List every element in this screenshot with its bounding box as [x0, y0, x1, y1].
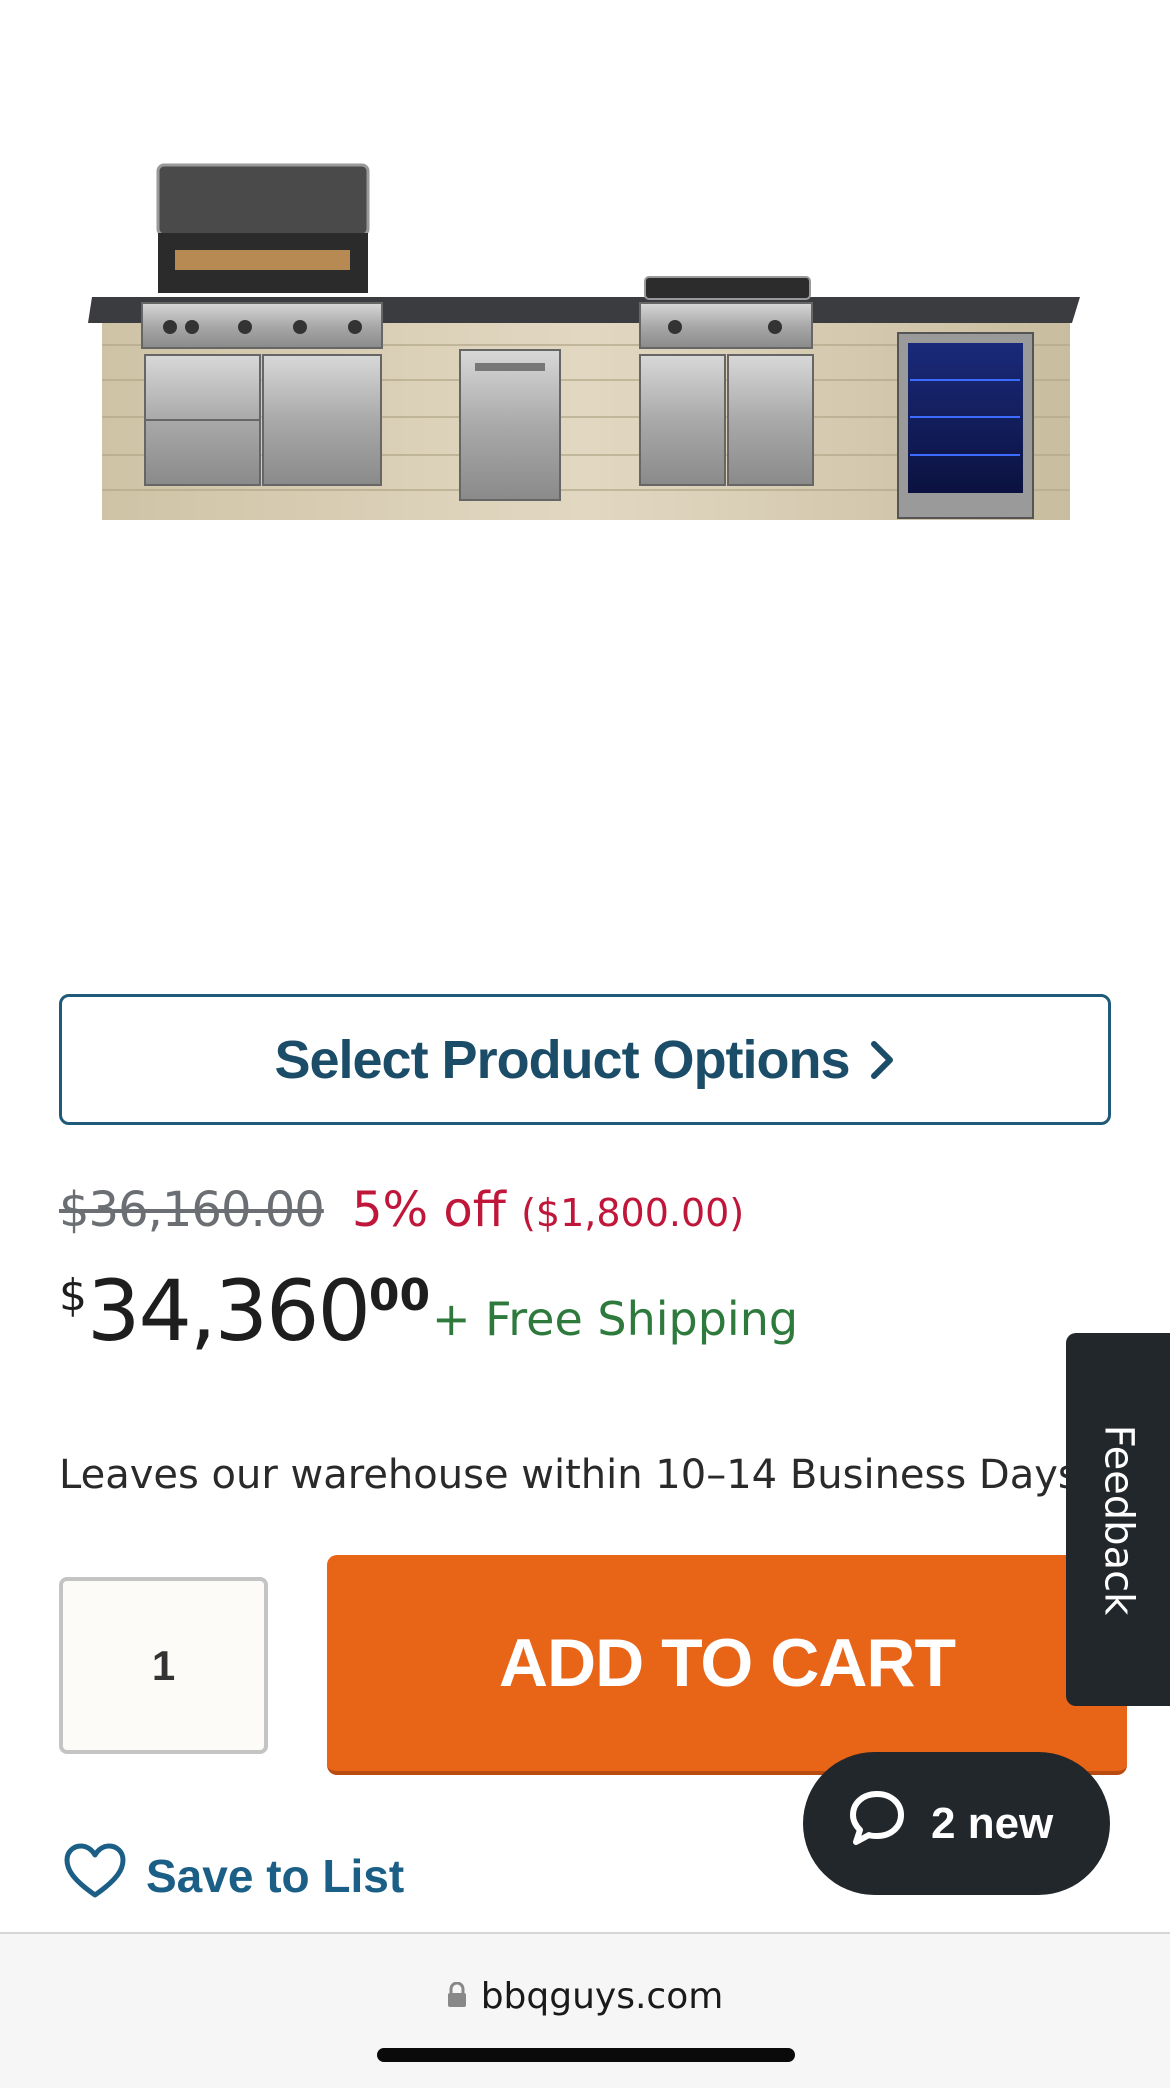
add-to-cart-button[interactable]: ADD TO CART [327, 1555, 1127, 1775]
outdoor-kitchen-illustration [88, 163, 1080, 520]
feedback-tab[interactable]: Feedback [1066, 1333, 1170, 1706]
home-indicator [377, 2048, 795, 2062]
select-product-options-button[interactable]: Select Product Options [59, 994, 1111, 1125]
save-to-list-label: Save to List [146, 1850, 405, 1902]
quantity-input[interactable]: 1 [59, 1577, 268, 1754]
price-currency-symbol: $ [59, 1270, 87, 1321]
select-product-options-label: Select Product Options [274, 1029, 850, 1090]
price-whole: 34,360 [87, 1262, 371, 1360]
chat-widget-button[interactable]: 2 new [803, 1752, 1110, 1895]
availability-text: Leaves our warehouse within 10–14 Busine… [59, 1452, 1079, 1498]
free-shipping-label: + Free Shipping [432, 1292, 799, 1346]
chat-new-count: 2 new [931, 1798, 1054, 1848]
chat-bubble-icon [847, 1788, 907, 1859]
save-to-list-link[interactable]: Save to List [64, 1843, 404, 1909]
price-cents: 00 [368, 1270, 431, 1321]
feedback-label: Feedback [1095, 1424, 1141, 1615]
sale-price: $34,36000 [59, 1262, 430, 1360]
url-display[interactable]: bbqguys.com [0, 1976, 1170, 2017]
product-image[interactable] [0, 0, 1170, 960]
lock-icon [447, 1976, 467, 2017]
original-price: $36,160.00 [59, 1182, 325, 1238]
discount-amount: ($1,800.00) [521, 1191, 745, 1235]
discount-percent: 5% off [352, 1182, 506, 1238]
discount-label: 5% off ($1,800.00) [352, 1182, 744, 1238]
chevron-right-icon [868, 1038, 896, 1082]
url-text: bbqguys.com [480, 1976, 724, 2017]
browser-address-bar[interactable]: bbqguys.com [0, 1932, 1170, 2088]
heart-icon [64, 1843, 126, 1910]
